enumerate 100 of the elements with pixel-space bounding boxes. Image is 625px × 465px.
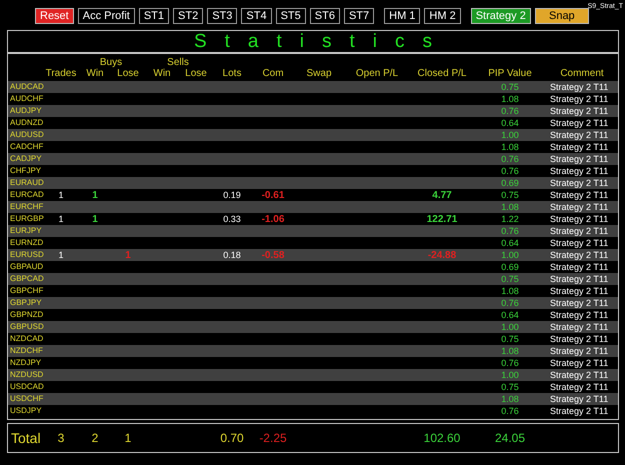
table-cell-text: Strategy 2 T11	[549, 393, 610, 405]
table-cell-text: 0.69	[500, 261, 520, 273]
symbol-cell-text: EURCAD	[9, 189, 44, 201]
table-cell: 1	[92, 190, 98, 201]
table-cell: 1	[125, 250, 131, 261]
total-value: 102.60	[422, 431, 462, 445]
table-cell-text: 1.08	[500, 345, 520, 357]
table-cell-text: 1.08	[500, 285, 520, 297]
symbol-cell-text: EURJPY	[9, 225, 43, 237]
toolbar-button[interactable]: ST7	[344, 8, 374, 24]
table-cell: 4.77	[432, 190, 452, 201]
symbol-cell-text: AUDCHF	[9, 93, 44, 105]
column-header: Lose	[116, 68, 140, 79]
toolbar-button[interactable]: Snap	[534, 8, 589, 24]
table-cell-text: Strategy 2 T11	[549, 177, 610, 189]
table-cell-text: 0.76	[500, 153, 520, 165]
symbol-cell-text: NZDUSD	[9, 369, 44, 381]
symbol-cell-text: USDJPY	[9, 405, 43, 417]
table-cell: -1.06	[262, 214, 284, 225]
table-cell-text: 0.76	[500, 165, 520, 177]
toolbar-button[interactable]: Acc Profit	[78, 8, 135, 24]
column-header: Trades	[44, 68, 78, 79]
table-cell-text: 0.75	[500, 333, 520, 345]
table-cell-text: 1.08	[500, 93, 520, 105]
toolbar-button[interactable]: Reset	[35, 8, 74, 24]
symbol-cell-text: EURUSD	[9, 249, 44, 261]
toolbar-button[interactable]: ST1	[138, 8, 170, 24]
table-cell-text: 0.76	[500, 225, 520, 237]
symbol-cell-text: GBPCAD	[9, 273, 44, 285]
column-header: Lots	[222, 68, 242, 79]
table-cell-text: Strategy 2 T11	[549, 105, 610, 117]
table-cell-text: Strategy 2 T11	[549, 357, 610, 369]
column-header: Swap	[305, 68, 332, 79]
table-cell-text: 0.64	[500, 117, 520, 129]
table-cell-text: 0.64	[500, 237, 520, 249]
toolbar-button[interactable]: Strategy 2	[470, 8, 531, 24]
toolbar-button[interactable]: ST6	[310, 8, 340, 24]
table-cell-text: 0.75	[500, 381, 520, 393]
symbol-cell-text: GBPJPY	[9, 297, 43, 309]
table-cell: -24.88	[428, 250, 456, 261]
table-cell-text: Strategy 2 T11	[549, 213, 610, 226]
table-cell-text: Strategy 2 T11	[549, 405, 610, 417]
table-cell-text: 1.00	[500, 369, 520, 381]
table-cell-text: 0.69	[500, 177, 520, 189]
toolbar-button[interactable]: HM 2	[424, 8, 461, 24]
table-cell-text: Strategy 2 T11	[549, 201, 610, 213]
symbol-cell-text: NZDCHF	[9, 345, 44, 357]
table-cell-text: 0.75	[500, 189, 520, 202]
table-cell-text: 1	[57, 249, 64, 262]
table-cell-text: Strategy 2 T11	[549, 309, 610, 321]
group-header: Buys	[98, 57, 124, 68]
table-cell-text: Strategy 2 T11	[549, 165, 610, 177]
symbol-cell-text: GBPUSD	[9, 321, 44, 333]
table-cell-text: 1.00	[500, 321, 520, 333]
table-cell-text: 1.08	[500, 141, 520, 153]
table-cell-text: Strategy 2 T11	[549, 81, 610, 93]
table-cell-text: 1	[57, 213, 64, 226]
table-cell-text: Strategy 2 T11	[549, 237, 610, 249]
toolbar-button[interactable]: HM 1	[384, 8, 420, 24]
table-cell-text: Strategy 2 T11	[549, 261, 610, 273]
table-cell-text: Strategy 2 T11	[549, 129, 610, 141]
symbol-cell-text: NZDCAD	[9, 333, 44, 345]
toolbar-button[interactable]: ST3	[207, 8, 238, 24]
symbol-cell-text: AUDNZD	[9, 117, 44, 129]
table-cell-text: 1.22	[500, 213, 520, 226]
symbol-cell-text: EURGBP	[9, 213, 44, 225]
column-header: Closed P/L	[416, 68, 468, 79]
table-cell-text: Strategy 2 T11	[549, 285, 610, 297]
column-header: Win	[85, 68, 105, 79]
symbol-cell-text: USDCAD	[9, 381, 44, 393]
symbol-cell-text: NZDJPY	[9, 357, 42, 369]
table-cell: -0.58	[262, 250, 284, 261]
table-cell-text: 1	[57, 189, 64, 202]
table-cell-text: Strategy 2 T11	[549, 321, 610, 333]
table-cell: -0.61	[262, 190, 284, 201]
toolbar-button[interactable]: ST5	[276, 8, 306, 24]
table-cell-text: Strategy 2 T11	[549, 369, 610, 381]
table-cell-text: Strategy 2 T11	[549, 381, 610, 393]
toolbar-button[interactable]: ST4	[241, 8, 272, 24]
column-header: Lose	[184, 68, 208, 79]
table-cell-text: Strategy 2 T11	[549, 189, 610, 202]
column-header: Win	[152, 68, 172, 79]
table-cell-text: 0.76	[500, 405, 520, 417]
column-header: Com	[261, 68, 285, 79]
symbol-cell-text: AUDJPY	[9, 105, 43, 117]
table-cell-text: 0.64	[500, 309, 520, 321]
table-cell-text: 0.33	[222, 213, 242, 226]
column-header: Comment	[559, 68, 605, 79]
column-header: Open P/L	[354, 68, 400, 79]
symbol-cell-text: AUDCAD	[9, 81, 44, 93]
symbol-cell-text: CHFJPY	[9, 165, 42, 177]
total-value: -2.25	[258, 431, 288, 445]
table-cell-text: 0.75	[500, 273, 520, 285]
total-value: 2	[90, 431, 100, 445]
table-cell-text: Strategy 2 T11	[549, 153, 610, 165]
symbol-cell-text: USDCHF	[9, 393, 44, 405]
symbol-cell-text: GBPNZD	[9, 309, 44, 321]
table-cell-text: Strategy 2 T11	[549, 297, 610, 309]
table-cell-text: Strategy 2 T11	[549, 273, 610, 285]
toolbar-button[interactable]: ST2	[173, 8, 204, 24]
